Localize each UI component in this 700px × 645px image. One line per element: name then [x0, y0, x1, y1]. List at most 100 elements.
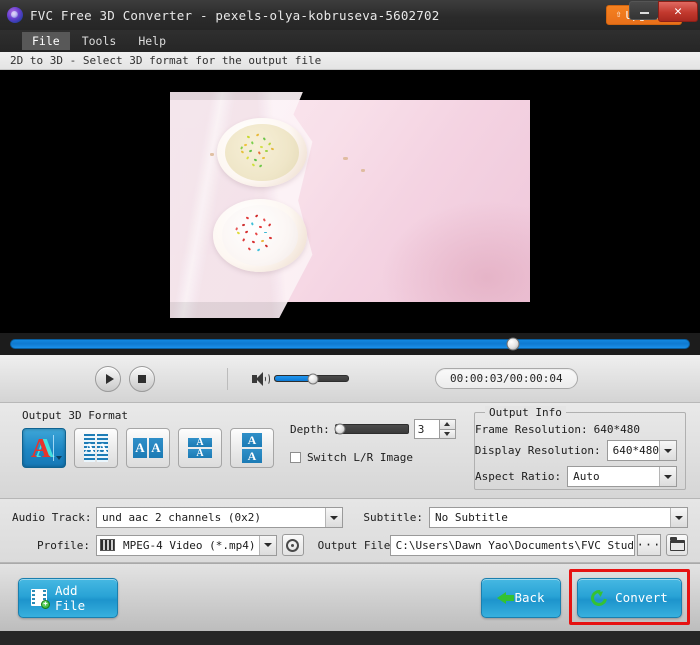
sprinkles-red — [222, 205, 299, 266]
hint-text: 2D to 3D - Select 3D format for the outp… — [10, 54, 322, 67]
aspect-ratio-select[interactable]: Auto — [567, 466, 677, 487]
window-title: FVC Free 3D Converter - pexels-olya-kobr… — [30, 7, 440, 23]
transport-controls: 00:00:03/00:00:04 — [0, 355, 700, 403]
back-label: Back — [514, 590, 545, 605]
chevron-down-icon[interactable] — [258, 535, 276, 555]
depth-stepper[interactable]: 3 — [413, 419, 456, 439]
chevron-down-icon[interactable] — [659, 467, 676, 486]
add-film-icon: + — [31, 589, 50, 609]
format-button-top-bottom-half[interactable]: AA — [178, 428, 222, 468]
top-bottom-full-icon: AA — [242, 433, 262, 463]
switch-lr-label: Switch L/R Image — [307, 451, 413, 464]
seek-thumb[interactable] — [506, 337, 520, 351]
menu-file-label: File — [32, 34, 60, 48]
menu-item-tools[interactable]: Tools — [72, 32, 127, 50]
display-resolution-select[interactable]: 640*480 — [606, 440, 677, 461]
subtitle-select[interactable]: No Subtitle — [429, 507, 688, 528]
output-file-value: C:\Users\Dawn Yao\Documents\FVC Stud — [395, 538, 634, 552]
depth-thumb[interactable] — [334, 423, 346, 435]
display-resolution-row: Display Resolution: 640*480 — [475, 440, 685, 461]
volume-thumb[interactable] — [307, 373, 319, 384]
profile-select[interactable]: MPEG-4 Video (*.mp4) — [96, 534, 277, 556]
video-still-image — [170, 91, 530, 319]
donut-top — [216, 118, 307, 187]
back-button[interactable]: Back — [481, 577, 561, 618]
menu-item-help[interactable]: Help — [128, 32, 176, 50]
open-folder-button[interactable] — [666, 534, 688, 556]
triangle-up-icon — [444, 422, 451, 427]
window-controls: ✕ — [629, 1, 698, 22]
folder-icon — [669, 536, 685, 551]
video-frame — [170, 70, 530, 333]
subtitle-label: Subtitle: — [363, 511, 423, 524]
switch-lr-row: Switch L/R Image — [290, 451, 456, 464]
display-resolution-label: Display Resolution: — [474, 444, 601, 457]
depth-value[interactable]: 3 — [413, 419, 440, 439]
audio-track-label: Audio Track: — [12, 511, 92, 524]
depth-label: Depth: — [290, 422, 330, 436]
format-button-interlaced[interactable]: AA — [74, 428, 118, 468]
speaker-icon[interactable] — [252, 371, 270, 386]
convert-button[interactable]: Convert — [577, 577, 682, 618]
video-preview-area — [0, 70, 700, 333]
format-button-top-bottom-full[interactable]: AA — [230, 428, 274, 468]
depth-increment-button[interactable] — [439, 419, 456, 429]
profile-label: Profile: — [37, 538, 90, 552]
format-button-anaglyph[interactable]: AA — [22, 428, 66, 468]
add-file-label: Add File — [55, 582, 86, 613]
output-info-legend: Output Info — [485, 406, 566, 419]
stop-icon — [138, 374, 146, 383]
back-arrow-icon — [497, 591, 515, 604]
top-bottom-half-icon: AA — [188, 437, 212, 459]
chevron-down-icon[interactable] — [670, 508, 687, 527]
volume-slider[interactable] — [274, 373, 349, 384]
seek-bar-row — [0, 333, 700, 355]
profile-value: MPEG-4 Video (*.mp4) — [123, 538, 256, 552]
add-file-button[interactable]: + Add File — [18, 577, 118, 618]
donut-bottom — [213, 198, 307, 272]
seek-slider[interactable] — [10, 337, 690, 351]
output-file-label: Output File: — [317, 538, 398, 552]
chevron-down-icon[interactable] — [659, 441, 676, 460]
anaglyph-divider — [53, 435, 54, 461]
format-button-side-by-side[interactable]: AA — [126, 428, 170, 468]
hint-bar: 2D to 3D - Select 3D format for the outp… — [0, 52, 700, 70]
up-arrow-icon: ⇧ — [615, 9, 622, 20]
minimize-button[interactable] — [629, 1, 658, 20]
side-by-side-icon: AA — [133, 438, 163, 458]
chevron-down-icon[interactable] — [56, 456, 62, 460]
audio-track-select[interactable]: und aac 2 channels (0x2) — [96, 507, 343, 528]
play-icon — [105, 373, 114, 384]
chevron-down-icon[interactable] — [325, 508, 342, 527]
output-info-group: Output Info Frame Resolution: 640*480 Di… — [474, 406, 686, 490]
transport-divider — [227, 367, 228, 390]
play-button[interactable] — [95, 365, 121, 392]
close-button[interactable]: ✕ — [658, 1, 698, 22]
settings-panel: Audio Track: und aac 2 channels (0x2) Su… — [0, 499, 700, 563]
stop-button[interactable] — [129, 365, 155, 392]
glaze-green — [224, 123, 299, 182]
convert-label: Convert — [615, 590, 668, 605]
depth-row: Depth: 3 — [290, 419, 456, 439]
gear-icon — [286, 538, 300, 552]
output-file-input[interactable]: C:\Users\Dawn Yao\Documents\FVC Stud — [389, 534, 635, 556]
menu-item-file[interactable]: File — [22, 32, 70, 50]
switch-lr-checkbox[interactable] — [290, 452, 301, 463]
bottom-action-bar: + Add File Back Convert — [0, 563, 700, 631]
profile-settings-button[interactable] — [281, 534, 304, 556]
glaze-white — [221, 204, 299, 266]
frame-resolution-label: Frame Resolution: — [475, 423, 588, 436]
video-file-icon — [100, 539, 115, 551]
menu-help-label: Help — [138, 34, 167, 48]
time-display: 00:00:03/00:00:04 — [435, 368, 578, 389]
display-resolution-value: 640*480 — [612, 444, 659, 457]
interlaced-icon: AA — [84, 434, 108, 462]
audio-track-value: und aac 2 channels (0x2) — [102, 511, 261, 524]
depth-slider[interactable] — [334, 423, 409, 435]
menu-tools-label: Tools — [81, 34, 117, 48]
menu-bar: File Tools Help — [0, 30, 700, 52]
sprinkles-green — [225, 124, 299, 182]
depth-decrement-button[interactable] — [439, 428, 456, 439]
browse-button[interactable]: ··· — [637, 534, 661, 556]
subtitle-value: No Subtitle — [435, 511, 508, 524]
